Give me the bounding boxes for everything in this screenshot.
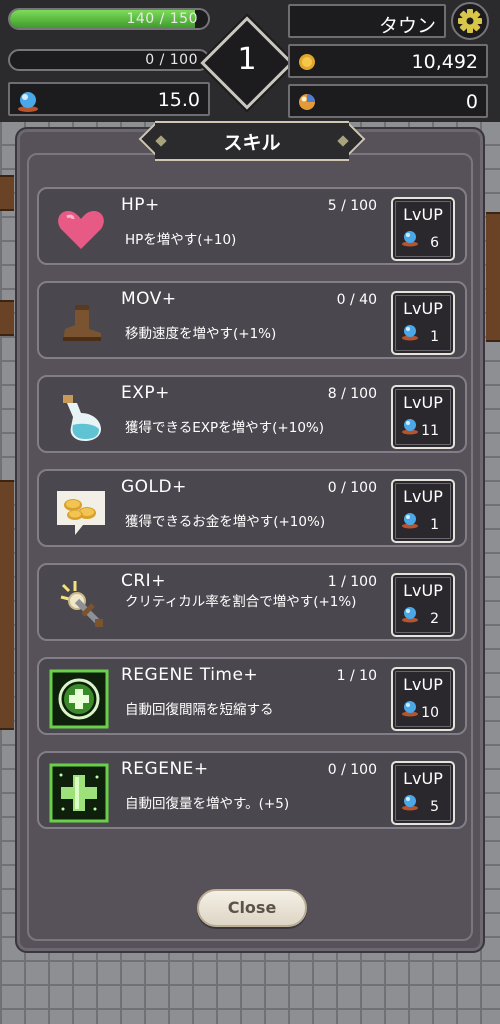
close-button[interactable]: Close <box>197 889 307 927</box>
lvup-cost: 11 <box>421 423 439 439</box>
skill-description: 獲得できるEXPを増やす(+10%) <box>125 420 324 436</box>
level-number: 1 <box>237 42 257 77</box>
skill-row-cri: CRI+ 1 / 100 クリティカル率を割合で増やす(+1%) LvUP 2 <box>37 563 467 641</box>
lvup-label: LvUP <box>403 299 443 318</box>
hp-bar: 140 / 150 <box>8 8 210 30</box>
skill-name: MOV+ <box>121 289 177 309</box>
skill-description: 移動速度を増やす(+1%) <box>125 326 277 342</box>
gear-icon <box>458 9 482 33</box>
skill-row-regene-time: REGENE Time+ 1 / 10 自動回復間隔を短縮する LvUP 10 <box>37 657 467 735</box>
lvup-button-gold[interactable]: LvUP 1 <box>391 479 455 543</box>
crystal-icon <box>401 511 419 533</box>
lvup-button-exp[interactable]: LvUP 11 <box>391 385 455 449</box>
hp-text: 140 / 150 <box>126 11 198 27</box>
exp-text: 0 / 100 <box>145 52 198 68</box>
crystal-icon <box>401 699 419 721</box>
heart-icon <box>53 201 109 257</box>
lvup-button-regene-time[interactable]: LvUP 10 <box>391 667 455 731</box>
lvup-cost: 10 <box>421 705 439 721</box>
lvup-cost: 2 <box>430 611 439 627</box>
skill-name: REGENE+ <box>121 759 209 779</box>
crystal-value: 15.0 <box>157 89 200 111</box>
lvup-label: LvUP <box>403 581 443 600</box>
panel-title: スキル <box>223 132 281 154</box>
location-box: タウン <box>288 4 446 38</box>
gold-coin-icon <box>298 53 316 75</box>
lvup-cost: 1 <box>430 517 439 533</box>
orb-icon <box>298 93 316 115</box>
skill-name: CRI+ <box>121 571 166 591</box>
lvup-cost: 1 <box>430 329 439 345</box>
skill-level-count: 1 / 10 <box>336 668 377 684</box>
potion-icon <box>53 389 109 445</box>
skill-name: HP+ <box>121 195 160 215</box>
orb-counter: 0 <box>288 84 488 118</box>
lvup-label: LvUP <box>403 393 443 412</box>
crystal-counter: 15.0 <box>8 82 210 116</box>
crystal-icon <box>401 417 419 439</box>
skill-description: HPを増やす(+10) <box>125 232 237 248</box>
gold-value: 10,492 <box>411 51 478 73</box>
regen-circle-icon <box>49 669 109 729</box>
crystal-icon <box>401 793 419 815</box>
gold-counter: 10,492 <box>288 44 488 78</box>
skill-name: EXP+ <box>121 383 170 403</box>
boot-icon <box>53 295 109 351</box>
skill-description: 獲得できるお金を増やす(+10%) <box>125 514 326 530</box>
crystal-icon <box>401 229 419 251</box>
skill-name: REGENE Time+ <box>121 665 259 685</box>
lvup-label: LvUP <box>403 487 443 506</box>
skill-level-count: 8 / 100 <box>327 386 377 402</box>
wood-pillar <box>486 212 500 342</box>
status-hud: 140 / 150 0 / 100 15.0 1 タウン 10,492 0 <box>0 0 500 122</box>
skill-level-count: 0 / 100 <box>327 762 377 778</box>
wood-pillar <box>0 300 14 336</box>
skill-row-gold: GOLD+ 0 / 100 獲得できるお金を増やす(+10%) LvUP 1 <box>37 469 467 547</box>
coins-icon <box>53 483 109 539</box>
skill-row-exp: EXP+ 8 / 100 獲得できるEXPを増やす(+10%) LvUP 11 <box>37 375 467 453</box>
lvup-button-regene[interactable]: LvUP 5 <box>391 761 455 825</box>
skill-row-hp: HP+ 5 / 100 HPを増やす(+10) LvUP 6 <box>37 187 467 265</box>
sword-icon <box>53 577 109 633</box>
lvup-label: LvUP <box>403 675 443 694</box>
crystal-icon <box>16 89 40 117</box>
crystal-icon <box>401 605 419 627</box>
wood-pillar <box>0 175 14 211</box>
crystal-icon <box>401 323 419 345</box>
location-name: タウン <box>378 15 436 37</box>
skill-level-count: 0 / 40 <box>336 292 377 308</box>
skill-row-regene: REGENE+ 0 / 100 自動回復量を増やす。(+5) LvUP 5 <box>37 751 467 829</box>
skill-panel: スキル HP+ 5 / 100 HPを増やす(+10) LvUP 6 MOV+ … <box>15 120 485 953</box>
lvup-label: LvUP <box>403 205 443 224</box>
wood-pillar <box>0 480 14 730</box>
lvup-label: LvUP <box>403 769 443 788</box>
lvup-cost: 5 <box>430 799 439 815</box>
skill-description: クリティカル率を割合で増やす(+1%) <box>125 594 357 610</box>
skill-description: 自動回復間隔を短縮する <box>125 702 274 718</box>
orb-value: 0 <box>465 91 478 113</box>
skill-level-count: 1 / 100 <box>327 574 377 590</box>
settings-button[interactable] <box>451 2 489 40</box>
exp-bar: 0 / 100 <box>8 49 210 71</box>
skill-level-count: 0 / 100 <box>327 480 377 496</box>
skill-description: 自動回復量を増やす。(+5) <box>125 796 290 812</box>
lvup-button-mov[interactable]: LvUP 1 <box>391 291 455 355</box>
lvup-button-cri[interactable]: LvUP 2 <box>391 573 455 637</box>
regen-plus-icon <box>49 763 109 823</box>
skill-row-mov: MOV+ 0 / 40 移動速度を増やす(+1%) LvUP 1 <box>37 281 467 359</box>
panel-title-plate: スキル <box>138 120 366 161</box>
skill-name: GOLD+ <box>121 477 187 497</box>
lvup-button-hp[interactable]: LvUP 6 <box>391 197 455 261</box>
skill-level-count: 5 / 100 <box>327 198 377 214</box>
lvup-cost: 6 <box>430 235 439 251</box>
